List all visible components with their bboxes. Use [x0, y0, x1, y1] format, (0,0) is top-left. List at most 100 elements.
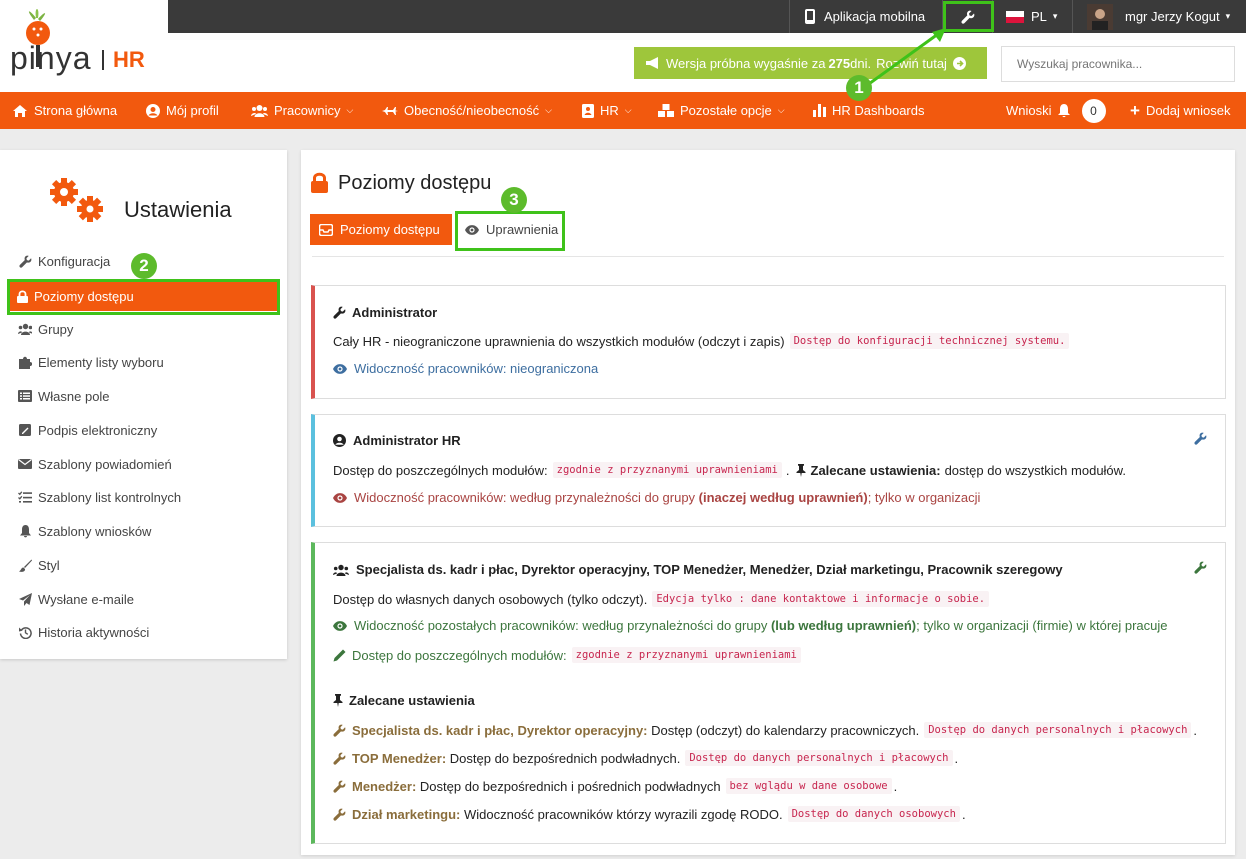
- code-tag: Edycja tylko : dane kontaktowe i informa…: [652, 591, 990, 607]
- sidebar-item-label: Szablony list kontrolnych: [38, 489, 182, 505]
- nav-add-request-label: Dodaj wniosek: [1145, 103, 1231, 118]
- avatar: [1087, 3, 1113, 30]
- envelope-icon: [18, 459, 32, 469]
- nav-employees[interactable]: Pracownicy ⌵: [251, 92, 353, 129]
- sidebar-item-label: Konfiguracja: [38, 253, 111, 269]
- annotation-number-1: 1: [846, 75, 872, 101]
- language-label: PL: [1031, 9, 1047, 24]
- nav-other-options[interactable]: Pozostałe opcje ⌵: [658, 92, 785, 129]
- nav-attendance[interactable]: Obecność/nieobecność ⌵: [382, 92, 552, 129]
- pencil-icon: [333, 649, 346, 661]
- recommended-label: Zalecane ustawienia:: [810, 462, 941, 478]
- user-menu[interactable]: mgr Jerzy Kogut ▾: [1087, 0, 1230, 33]
- sidebar-item-label: Grupy: [38, 321, 74, 337]
- logo-text: pinya: [10, 40, 92, 76]
- nav-profile[interactable]: Mój profil: [146, 92, 219, 129]
- vis-text-b: (inaczej według uprawnień): [698, 490, 868, 505]
- card-desc-text: Dostęp do własnych danych osobowych (tyl…: [333, 591, 648, 607]
- separator: [789, 0, 790, 33]
- sidebar-item-request-templates[interactable]: Szablony wniosków: [18, 521, 151, 541]
- sidebar-item-checklist-templates[interactable]: Szablony list kontrolnych: [18, 487, 181, 507]
- users-icon: [333, 564, 349, 576]
- vis-text-a: Widoczność pracowników: według przynależ…: [354, 490, 699, 505]
- sidebar-item-groups[interactable]: Grupy: [18, 319, 73, 339]
- rec-text: Dostęp do bezpośrednich podwładnych.: [446, 750, 681, 766]
- card-modules: Dostęp do poszczególnych modułów: zgodni…: [333, 647, 801, 663]
- rec-label: TOP Menedżer:: [352, 750, 447, 766]
- home-icon: [13, 104, 27, 117]
- sidebar-item-configuration[interactable]: Konfiguracja: [18, 251, 110, 271]
- recommendation-item: TOP Menedżer: Dostęp do bezpośrednich po…: [333, 750, 958, 766]
- language-selector[interactable]: PL ▾: [1006, 0, 1057, 33]
- bell-icon: [18, 524, 32, 538]
- nav-requests[interactable]: Wnioski 0: [1006, 92, 1106, 129]
- pin-icon: [796, 463, 806, 477]
- user-circle-icon: [146, 103, 160, 118]
- vis-text-c: ; tylko w organizacji: [867, 490, 981, 505]
- code-tag: Dostęp do danych osobowych: [787, 806, 960, 822]
- card-title: Specjalista ds. kadr i płac, Dyrektor op…: [333, 562, 1063, 577]
- caret-down-icon: ▾: [1225, 11, 1231, 21]
- wrench-edit-icon[interactable]: [1194, 432, 1207, 445]
- nav-hr[interactable]: HR ⌵: [582, 92, 632, 129]
- caret-down-icon: ▾: [1052, 11, 1058, 21]
- vis-text-a: Widoczność pozostałych pracowników: wedł…: [354, 618, 771, 633]
- phone-icon: [805, 9, 815, 24]
- sidebar-item-sent-emails[interactable]: Wysłane e-maile: [18, 589, 134, 609]
- puzzle-icon: [18, 356, 32, 369]
- annotation-box-2: [7, 279, 280, 315]
- card-title: Administrator: [333, 305, 437, 320]
- tab-label: Poziomy dostępu: [340, 222, 440, 237]
- sidebar-item-label: Podpis elektroniczny: [38, 422, 158, 438]
- chevron-down-icon: ⌵: [777, 105, 785, 115]
- sidebar-item-e-signature[interactable]: Podpis elektroniczny: [18, 420, 157, 440]
- card-title-text: Specjalista ds. kadr i płac, Dyrektor op…: [356, 562, 1063, 577]
- sidebar-item-activity-history[interactable]: Historia aktywności: [18, 622, 149, 642]
- flag-pl-icon: [1006, 10, 1024, 23]
- trial-days: 275: [828, 55, 851, 71]
- tasks-icon: [18, 491, 32, 503]
- logo-divider: [102, 50, 104, 70]
- trial-prefix: Wersja próbna wygaśnie za: [666, 55, 826, 71]
- sidebar-item-label: Historia aktywności: [38, 624, 150, 640]
- code-tag: Dostęp do konfiguracji technicznej syste…: [789, 333, 1070, 349]
- users-icon: [18, 323, 32, 335]
- nav-home[interactable]: Strona główna: [12, 92, 117, 129]
- nav-employees-label: Pracownicy: [274, 103, 341, 118]
- sidebar-item-dropdown-elements[interactable]: Elementy listy wyboru: [18, 352, 164, 372]
- card-description: Dostęp do poszczególnych modułów: zgodni…: [333, 462, 1126, 478]
- search-employee-input[interactable]: [1001, 46, 1235, 82]
- rec-text: Dostęp do bezpośrednich i pośrednich pod…: [416, 778, 721, 794]
- logo[interactable]: pinya HR: [0, 0, 168, 92]
- rec-label: Menedżer:: [352, 778, 417, 794]
- bell-icon: [1057, 103, 1070, 117]
- wrench-edit-icon[interactable]: [1194, 561, 1207, 574]
- code-tag: Dostęp do danych personalnych i płacowyc…: [685, 750, 953, 766]
- nav-add-request[interactable]: + Dodaj wniosek: [1130, 92, 1230, 129]
- signature-icon: [18, 424, 32, 436]
- bar-chart-icon: [813, 104, 826, 117]
- sidebar-item-custom-field[interactable]: Własne pole: [18, 386, 110, 406]
- card-title: Administrator HR: [333, 433, 461, 448]
- gears-icon: [50, 178, 103, 222]
- plus-icon: +: [1130, 100, 1140, 120]
- cubes-icon: [658, 103, 674, 117]
- sidebar-item-style[interactable]: Styl: [18, 555, 60, 575]
- tab-access-levels[interactable]: Poziomy dostępu: [310, 214, 452, 245]
- sidebar-title: Ustawienia: [124, 197, 232, 222]
- paint-brush-icon: [18, 559, 32, 572]
- annotation-box-3: [455, 211, 565, 251]
- nav-home-label: Strona główna: [34, 103, 118, 118]
- vis-text-b: (lub według uprawnień): [770, 618, 917, 633]
- user-name: mgr Jerzy Kogut: [1125, 9, 1220, 24]
- wrench-icon: [333, 306, 346, 319]
- sidebar-item-notification-templates[interactable]: Szablony powiadomień: [18, 454, 172, 474]
- recommendation-item: Specjalista ds. kadr i płac, Dyrektor op…: [333, 722, 1197, 738]
- wrench-icon: [333, 808, 346, 821]
- card-visibility: Widoczność pozostałych pracowników: wedł…: [333, 618, 1168, 633]
- rec-text: Widoczność pracowników którzy wyrazili z…: [460, 806, 783, 822]
- sidebar-item-label: Styl: [38, 557, 60, 573]
- card-visibility: Widoczność pracowników: nieograniczona: [333, 361, 598, 376]
- vis-text-c: ; tylko w organizacji (firmie) w której …: [916, 618, 1168, 633]
- nav-dashboards-label: HR Dashboards: [832, 103, 925, 118]
